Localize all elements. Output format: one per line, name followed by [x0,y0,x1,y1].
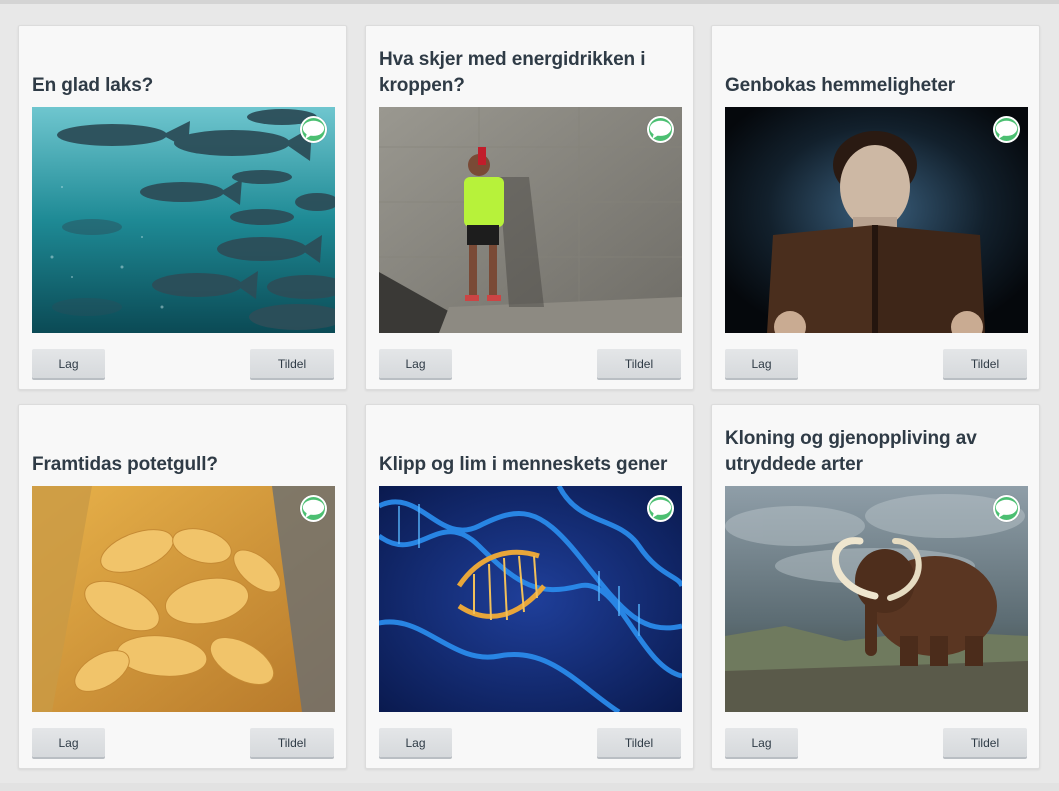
chat-bubble-icon [302,499,325,518]
lag-button[interactable]: Lag [725,728,798,757]
runner-illustration [379,107,682,333]
card-title: Framtidas potetgull? [32,454,218,475]
card-genbokas-hemmeligheter: Genbokas hemmeligheter Lag Tildel [711,25,1040,390]
card-image-salmon[interactable] [32,107,335,333]
dna-illustration [379,486,682,712]
lag-button[interactable]: Lag [32,728,105,757]
card-kloning: Kloning og gjenoppliving av utryddede ar… [711,404,1040,769]
card-image-dna[interactable] [379,486,682,712]
comment-badge[interactable] [647,495,674,522]
card-title: Hva skjer med energidrikken i kroppen? [379,49,646,96]
comment-badge[interactable] [300,116,327,143]
card-image-chips[interactable] [32,486,335,712]
card-title: En glad laks? [32,75,154,96]
card-image-book[interactable] [725,107,1028,333]
card-title: Genbokas hemmeligheter [725,75,956,96]
reader-illustration [725,107,1028,333]
card-image-runner[interactable] [379,107,682,333]
card-klipp-og-lim: Klipp og lim i menneskets gener Lag Tild… [365,404,694,769]
tildel-button[interactable]: Tildel [943,349,1027,378]
lag-button[interactable]: Lag [379,349,452,378]
tildel-button[interactable]: Tildel [597,349,681,378]
lag-button[interactable]: Lag [725,349,798,378]
chat-bubble-icon [649,120,672,139]
bottom-border [0,783,1059,791]
comment-badge[interactable] [647,116,674,143]
tildel-button[interactable]: Tildel [597,728,681,757]
tildel-button[interactable]: Tildel [943,728,1027,757]
chat-bubble-icon [995,120,1018,139]
comment-badge[interactable] [993,495,1020,522]
chips-illustration [32,486,335,712]
chat-bubble-icon [649,499,672,518]
comment-badge[interactable] [300,495,327,522]
chat-bubble-icon [995,499,1018,518]
salmon-illustration [32,107,335,333]
card-image-mammoth[interactable] [725,486,1028,712]
lag-button[interactable]: Lag [379,728,452,757]
card-energidrikk: Hva skjer med energidrikken i kroppen? L… [365,25,694,390]
top-border [0,0,1059,4]
comment-badge[interactable] [993,116,1020,143]
lag-button[interactable]: Lag [32,349,105,378]
card-en-glad-laks: En glad laks? Lag Tildel [18,25,347,390]
card-framtidas-potetgull: Framtidas potetgull? Lag Tildel [18,404,347,769]
card-title: Klipp og lim i menneskets gener [379,454,668,475]
mammoth-illustration [725,486,1028,712]
tildel-button[interactable]: Tildel [250,349,334,378]
card-title: Kloning og gjenoppliving av utryddede ar… [725,428,977,475]
chat-bubble-icon [302,120,325,139]
tildel-button[interactable]: Tildel [250,728,334,757]
